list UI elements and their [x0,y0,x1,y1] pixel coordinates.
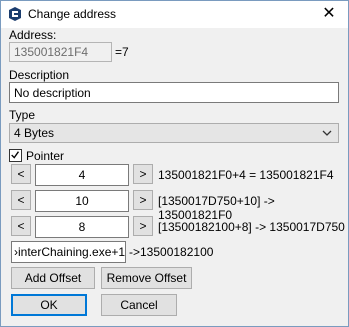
close-button[interactable]: ✕ [316,4,342,24]
type-select[interactable]: 4 Bytes [9,123,339,143]
offset-increment-button[interactable]: > [133,190,153,210]
offset-input[interactable]: 4 [35,164,129,186]
close-icon: ✕ [322,5,336,22]
offset-decrement-button[interactable]: < [11,164,31,184]
address-value-suffix: =7 [115,45,129,59]
cancel-button[interactable]: Cancel [101,294,177,316]
address-input: 135001821F4 [9,42,112,62]
offset-result: [13500182100+8] -> 1350017D750 [158,220,345,234]
ok-button[interactable]: OK [11,294,87,316]
offset-increment-button[interactable]: > [133,216,153,236]
pointer-label: Pointer [26,149,65,163]
offset-increment-button[interactable]: > [133,164,153,184]
base-address-result: ->13500182100 [129,245,214,259]
remove-offset-button[interactable]: Remove Offset [101,267,192,289]
checkmark-icon [11,151,20,159]
offset-result: 135001821F0+4 = 135001821F4 [158,168,334,182]
base-address-input[interactable]: ›interChaining.exe+10370 [11,241,126,263]
offset-decrement-button[interactable]: < [11,190,31,210]
add-offset-button[interactable]: Add Offset [11,267,95,289]
title-bar: Change address ✕ [1,1,348,28]
offset-decrement-button[interactable]: < [11,216,31,236]
description-label: Description [9,68,70,82]
description-input[interactable]: No description [9,82,339,103]
address-label: Address: [9,28,57,42]
offset-input[interactable]: 10 [35,190,129,212]
window-title: Change address [28,7,117,21]
cheat-engine-icon [9,7,21,21]
offset-result: [1350017D750+10] -> 135001821F0 [158,194,275,222]
pointer-checkbox[interactable] [9,149,22,162]
offset-input[interactable]: 8 [35,216,129,238]
chevron-down-icon [322,130,332,136]
type-label: Type [9,108,36,122]
change-address-dialog: Change address ✕ Address: 135001821F4 =7… [0,0,349,327]
